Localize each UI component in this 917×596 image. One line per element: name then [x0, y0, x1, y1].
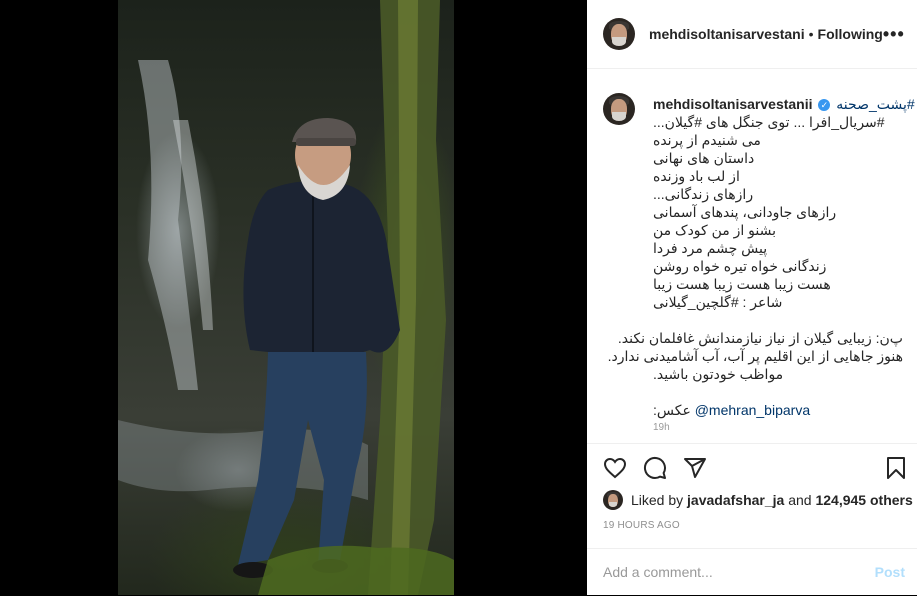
- caption-hashtag-backstage[interactable]: #پشت_صحنه: [836, 96, 914, 112]
- caption-line: رازهای جاودانی، پندهای آسمانی: [653, 204, 837, 220]
- likes-summary: Liked by javadafshar_ja and 124,945 othe…: [603, 490, 913, 510]
- action-bar: [587, 443, 917, 488]
- likes-middle: and: [788, 492, 812, 508]
- caption-avatar-wrap: [603, 93, 635, 125]
- liker-username[interactable]: javadafshar_ja: [687, 492, 784, 508]
- separator-dot: •: [808, 26, 814, 42]
- comment-bar: Add a comment... Post: [587, 548, 917, 596]
- post-photo[interactable]: [118, 0, 454, 595]
- caption-line: می شنیدم از پرنده: [653, 132, 761, 148]
- caption-line: پیش چشم مرد فردا: [653, 240, 768, 256]
- likes-prefix: Liked by: [631, 492, 684, 508]
- caption-line: زندگانی خواه تیره خواه روشن: [653, 258, 827, 274]
- bookmark-icon[interactable]: [884, 456, 908, 480]
- liker-avatar[interactable]: [603, 490, 623, 510]
- caption-line: بشنو از من کودک من: [653, 222, 777, 238]
- more-icon[interactable]: •••: [883, 24, 905, 45]
- caption-line: هست زیبا هست زیبا هست زیبا: [653, 276, 831, 292]
- likes-count[interactable]: 124,945 others: [815, 492, 912, 508]
- media-backdrop: [0, 0, 587, 595]
- caption-line: هنوز جاهایی از این اقلیم پر آب، آب آشامی…: [607, 348, 903, 364]
- caption-line: پ‌ن: زیبایی گیلان از نیاز نیازمندانش غاف…: [617, 330, 903, 346]
- heart-icon[interactable]: [603, 456, 627, 480]
- post-comment-button[interactable]: Post: [875, 564, 905, 580]
- following-button[interactable]: Following: [818, 26, 883, 42]
- post-timestamp[interactable]: 19 HOURS AGO: [603, 520, 680, 531]
- caption-line: #سریال_افرا ... توی جنگل های #گیلان...: [653, 114, 885, 130]
- caption-username[interactable]: mehdisoltanisarvestanii: [653, 96, 813, 112]
- comment-input[interactable]: Add a comment...: [603, 564, 713, 580]
- photo-credit-mention[interactable]: @mehran_biparva: [695, 402, 810, 418]
- verified-icon: ✓: [818, 99, 831, 112]
- post-header: mehdisoltanisarvestani • Following •••: [587, 0, 917, 69]
- caption-line: از لب باد وزنده: [653, 168, 740, 184]
- caption-text: mehdisoltanisarvestanii ✓ #پشت_صحنه #سری…: [607, 95, 915, 437]
- caption-time: 19h: [653, 422, 670, 433]
- caption-line: مواظب خودتون باشید.: [653, 366, 784, 382]
- caption-line: داستان های نهانی: [653, 150, 755, 166]
- author-avatar[interactable]: [603, 18, 635, 50]
- caption-scroll-area[interactable]: mehdisoltanisarvestanii ✓ #پشت_صحنه #سری…: [587, 69, 917, 437]
- photo-illustration: [118, 0, 454, 595]
- comment-icon[interactable]: [643, 456, 667, 480]
- share-icon[interactable]: [683, 456, 707, 480]
- caption-avatar[interactable]: [603, 93, 635, 125]
- caption-line: رازهای زندگانی...: [653, 186, 754, 202]
- post-side-panel: mehdisoltanisarvestani • Following ••• m…: [587, 0, 917, 595]
- caption-line: شاعر : #گلچین_گیلانی: [653, 294, 783, 310]
- photo-credit-label: عکس:: [653, 402, 691, 418]
- author-username[interactable]: mehdisoltanisarvestani: [649, 26, 805, 42]
